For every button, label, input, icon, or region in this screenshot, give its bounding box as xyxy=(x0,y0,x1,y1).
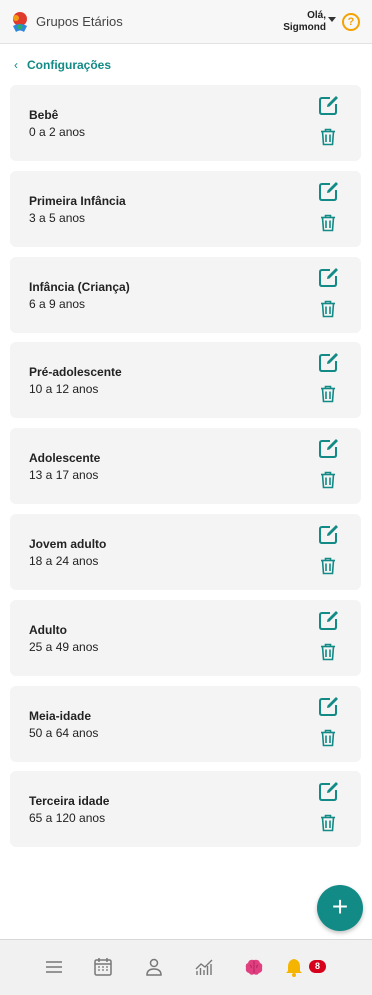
edit-icon[interactable] xyxy=(318,437,340,459)
chevron-left-icon: ‹ xyxy=(14,58,18,72)
age-group-range: 10 a 12 anos xyxy=(29,382,99,397)
age-group-range: 50 a 64 anos xyxy=(29,725,99,740)
trash-icon[interactable] xyxy=(320,385,336,403)
edit-icon[interactable] xyxy=(318,609,340,631)
edit-icon[interactable] xyxy=(318,94,340,116)
edit-icon[interactable] xyxy=(318,351,340,373)
age-group-name: Infância (Criança) xyxy=(29,279,130,294)
age-group-range: 25 a 49 anos xyxy=(29,639,99,654)
age-group-range: 0 a 2 anos xyxy=(29,125,86,139)
age-group-list: Bebê 0 a 2 anos Primeira Infância 3 a 5 … xyxy=(10,85,361,857)
trash-icon[interactable] xyxy=(320,814,336,832)
age-group-name: Jovem adulto xyxy=(29,536,107,551)
trash-icon[interactable] xyxy=(320,300,336,318)
age-group-card: Meia-idade 50 a 64 anos xyxy=(10,685,361,762)
back-link[interactable]: ‹ Configurações xyxy=(14,58,111,72)
age-group-card: Terceira idade 65 a 120 anos xyxy=(10,771,361,848)
chevron-down-icon[interactable] xyxy=(328,17,336,22)
user-menu[interactable]: Olá, Sigmond xyxy=(283,10,326,34)
age-group-range: 6 a 9 anos xyxy=(29,296,86,311)
age-group-card: Adolescente 13 a 17 anos xyxy=(10,428,361,505)
edit-icon[interactable] xyxy=(318,523,340,545)
notification-badge: 8 xyxy=(309,960,326,973)
age-group-card: Bebê 0 a 2 anos xyxy=(10,85,361,161)
age-group-name: Adolescente xyxy=(29,451,101,466)
trash-icon[interactable] xyxy=(320,214,336,232)
edit-icon[interactable] xyxy=(318,695,340,717)
add-age-group-button[interactable]: + xyxy=(317,885,363,931)
age-group-card: Jovem adulto 18 a 24 anos xyxy=(10,513,361,590)
age-group-name: Terceira idade xyxy=(29,794,110,809)
age-group-range: 13 a 17 anos xyxy=(29,468,99,483)
app-header: Grupos Etários Olá, Sigmond ? xyxy=(0,0,372,44)
age-group-name: Pré-adolescente xyxy=(29,365,122,380)
trash-icon[interactable] xyxy=(320,128,336,146)
edit-icon[interactable] xyxy=(318,780,340,802)
age-group-range: 18 a 24 anos xyxy=(29,553,99,568)
calendar-icon[interactable] xyxy=(92,956,114,978)
age-group-range: 3 a 5 anos xyxy=(29,210,86,225)
logo-icon xyxy=(13,12,27,32)
greeting-text: Olá, xyxy=(307,10,326,21)
age-group-name: Primeira Infância xyxy=(29,193,126,208)
user-name: Sigmond xyxy=(283,22,326,33)
menu-icon[interactable] xyxy=(43,956,65,978)
age-group-name: Bebê xyxy=(29,108,59,122)
trash-icon[interactable] xyxy=(320,729,336,747)
trash-icon[interactable] xyxy=(320,643,336,661)
page-title: Grupos Etários xyxy=(36,14,123,29)
edit-icon[interactable] xyxy=(318,266,340,288)
back-label: Configurações xyxy=(27,58,112,72)
age-group-card: Primeira Infância 3 a 5 anos xyxy=(10,170,361,247)
trash-icon[interactable] xyxy=(320,557,336,575)
age-group-name: Adulto xyxy=(29,622,67,637)
help-icon[interactable]: ? xyxy=(342,13,360,31)
edit-icon[interactable] xyxy=(318,180,340,202)
brain-icon[interactable] xyxy=(243,956,265,978)
age-group-card: Adulto 25 a 49 anos xyxy=(10,599,361,676)
age-group-card: Infância (Criança) 6 a 9 anos xyxy=(10,256,361,333)
age-group-card: Pré-adolescente 10 a 12 anos xyxy=(10,342,361,419)
chart-icon[interactable] xyxy=(193,956,215,978)
age-group-name: Meia-idade xyxy=(29,708,92,723)
age-group-range: 65 a 120 anos xyxy=(29,811,106,826)
trash-icon[interactable] xyxy=(320,471,336,489)
person-icon[interactable] xyxy=(143,956,165,978)
bell-icon[interactable] xyxy=(283,956,305,978)
